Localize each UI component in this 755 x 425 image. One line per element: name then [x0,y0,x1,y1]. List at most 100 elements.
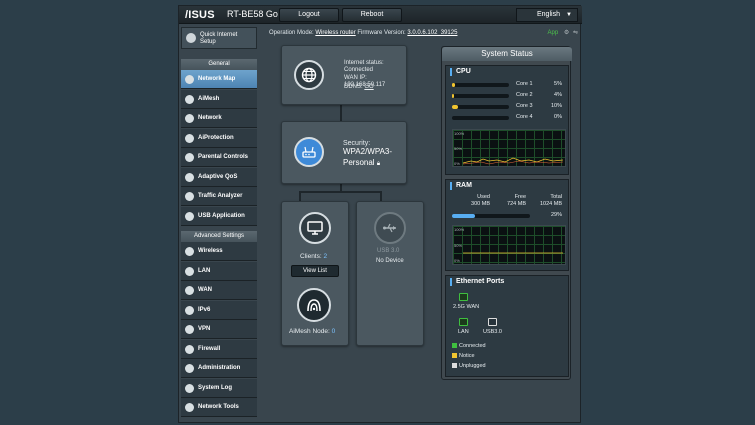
ddns-label: DDNS: [344,84,363,90]
tools-icon [185,403,194,412]
legend-unplugged-label: Unplugged [459,363,486,369]
clients-count[interactable]: 2 [324,253,328,260]
wan-port-icon[interactable] [459,293,468,301]
aimesh-node-row: AiMesh Node: 0 [289,328,335,335]
cpu-section: CPU Core 1 5% Core 2 4% Core 3 10% Core 4 0%… [445,65,569,175]
language-value: English [537,11,560,18]
sidebar-item-label: Traffic Analyzer [198,193,243,199]
sidebar-item-label: WAN [198,287,212,293]
lan-port-label: LAN [458,329,469,335]
usb-status-icon[interactable]: ⚙ [564,30,569,36]
sidebar-item-label: AiMesh [198,96,220,102]
firmware-link[interactable]: 3.0.0.6.102_39125 [407,30,457,36]
clients-label: Clients: [300,253,322,260]
sidebar-item-vpn[interactable]: VPN [181,320,257,339]
sidebar-item-network-map[interactable]: Network Map [181,70,257,89]
internet-globe-icon [294,60,324,90]
connector-line [299,191,382,193]
core-name: Core 4 [516,114,533,120]
internet-status-label: Internet status: [344,60,384,66]
sidebar-item-ipv6[interactable]: IPv6 [181,301,257,320]
ddns-row: DDNS: GO [344,84,374,91]
lan-port-icon[interactable] [459,318,468,326]
core-bar-fill [452,105,458,109]
sidebar-item-wireless[interactable]: Wireless [181,242,257,261]
legend-unplugged: Unplugged [452,363,486,369]
notice-swatch [452,353,457,359]
clients-row: Clients: 2 [300,253,327,260]
ram-free-label: Free [514,194,526,200]
security-label: Security: [343,140,371,147]
clients-card[interactable]: Clients: 2 View List AiMesh Node: 0 [281,201,349,346]
qis-line-2: Setup [200,39,216,45]
ram-graph-line [463,252,563,254]
sidebar-item-label: Wireless [198,248,223,254]
language-select[interactable]: English ▼ [516,8,578,22]
quick-internet-setup-button[interactable]: Quick Internet Setup [181,27,257,49]
top-bar: /ISUS RT-BE58 Go Logout Reboot English ▼ [179,6,582,24]
internet-status-value: Connected [344,67,374,73]
sidebar-item-administration[interactable]: Administration [181,359,257,378]
ethernet-ports-label: Ethernet Ports [450,278,504,286]
op-mode-link[interactable]: Wireless router [315,30,355,36]
sidebar-item-wan[interactable]: WAN [181,281,257,300]
usb-card[interactable]: USB 3.0 No Device [356,201,424,346]
ram-usage-graph: 100% 50% 0% [452,225,566,265]
ram-pct: 29% [550,212,562,218]
sidebar-item-usb-application[interactable]: USB Application [181,207,257,226]
firewall-icon [185,345,194,354]
ram-label: RAM [450,182,472,190]
ram-free-value: 724 MB [507,201,526,207]
sidebar-item-adaptive-qos[interactable]: Adaptive QoS [181,168,257,187]
status-icons: App ⚙ ⇋ [548,25,578,41]
wand-icon [186,33,196,43]
ram-section: RAM Used 300 MB Free 724 MB Total 1024 M… [445,179,569,271]
reboot-button[interactable]: Reboot [342,8,402,22]
general-section-header: General [181,59,257,70]
sidebar-item-aimesh[interactable]: AiMesh [181,90,257,109]
legend-notice: Notice [452,353,475,359]
security-value-line-2-text: Personal [343,158,375,167]
sidebar-item-traffic-analyzer[interactable]: Traffic Analyzer [181,187,257,206]
internet-card[interactable]: Internet status: Connected WAN IP: 192.1… [281,45,407,105]
app-label[interactable]: App [548,30,559,36]
network-map: Internet status: Connected WAN IP: 192.1… [279,44,439,354]
usb-label: USB 3.0 [377,248,400,254]
lan-icon [185,267,194,276]
network-icon [185,114,194,123]
connector-line [380,191,382,201]
ram-total-value: 1024 MB [539,201,562,207]
sidebar-item-network[interactable]: Network [181,109,257,128]
view-list-button[interactable]: View List [291,265,339,277]
wifi-icon [185,247,194,256]
link-status-icon[interactable]: ⇋ [573,30,578,36]
qis-line-1: Quick Internet [200,32,238,38]
core-name: Core 3 [516,103,533,109]
sidebar-item-system-log[interactable]: System Log [181,379,257,398]
sidebar-item-label: USB Application [198,213,245,219]
usb-status: No Device [376,258,404,264]
core-bar-fill [452,83,455,87]
sidebar-item-label: Administration [198,365,241,371]
router-admin-window: /ISUS RT-BE58 Go Logout Reboot English ▼… [178,5,582,423]
sidebar-item-parental-controls[interactable]: Parental Controls [181,148,257,167]
sidebar-item-lan[interactable]: LAN [181,262,257,281]
sidebar-item-label: IPv6 [198,307,211,313]
sidebar-item-aiprotection[interactable]: AiProtection [181,129,257,148]
legend-connected-label: Connected [459,343,486,349]
security-value-line-2: Personal 🔒︎ [343,158,380,169]
connected-swatch [452,343,457,349]
sidebar-item-firewall[interactable]: Firewall [181,340,257,359]
sidebar-item-network-tools[interactable]: Network Tools [181,398,257,417]
wan-port-label: 2.5G WAN [453,304,480,310]
ddns-link[interactable]: GO [364,84,373,90]
usb-port-label: USB3.0 [483,329,502,335]
core-name: Core 1 [516,81,533,87]
usb-port-icon[interactable] [488,318,497,326]
ethernet-ports-section: Ethernet Ports 2.5G WAN LAN USB3.0 Conne… [445,275,569,377]
core-bar [452,94,509,98]
router-card[interactable]: Security: WPA2/WPA3- Personal 🔒︎ [281,121,407,184]
advanced-section-header: Advanced Settings [181,231,257,242]
logout-button[interactable]: Logout [279,8,339,22]
aimesh-node-count[interactable]: 0 [332,328,336,335]
